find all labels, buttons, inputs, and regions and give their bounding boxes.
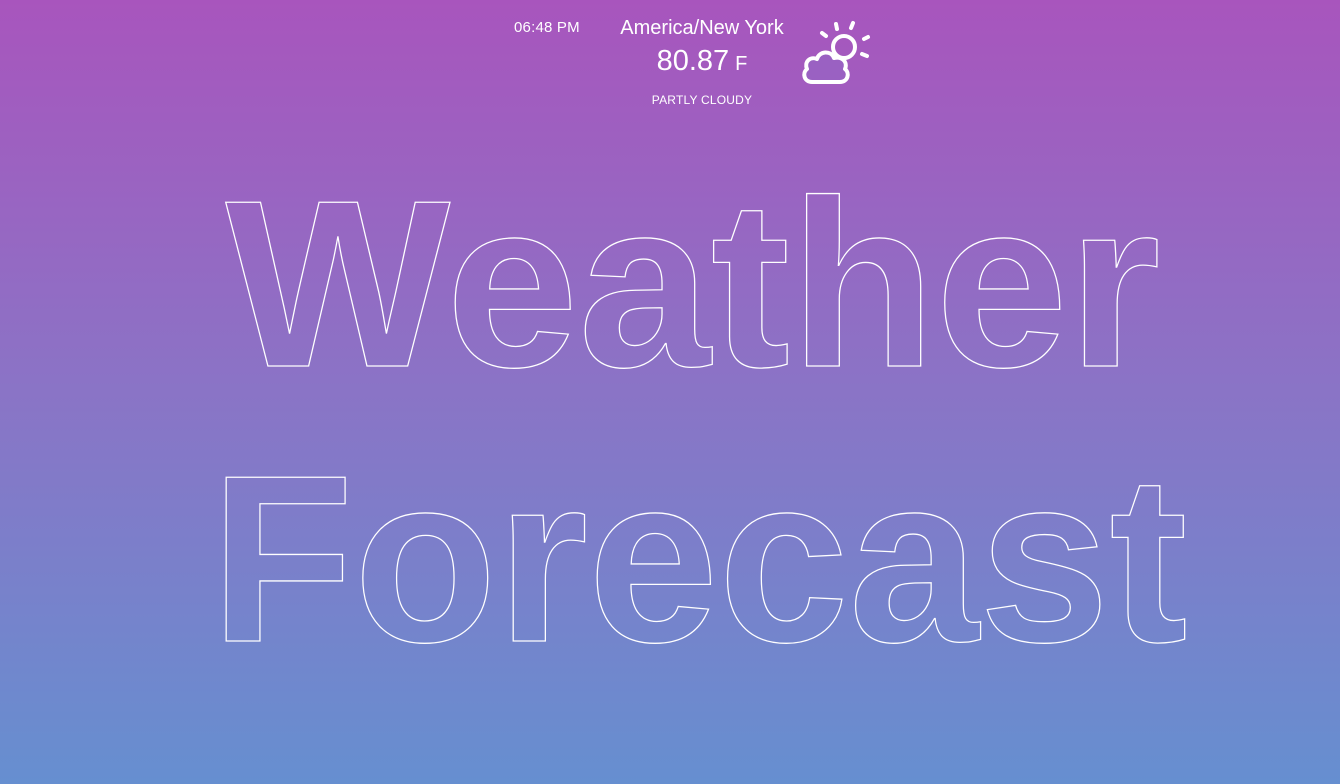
headline-line-2: Forecast [211, 427, 1188, 692]
headline-title: Weather Forecast [210, 151, 1188, 692]
headline-line-1: Weather [226, 152, 1161, 417]
